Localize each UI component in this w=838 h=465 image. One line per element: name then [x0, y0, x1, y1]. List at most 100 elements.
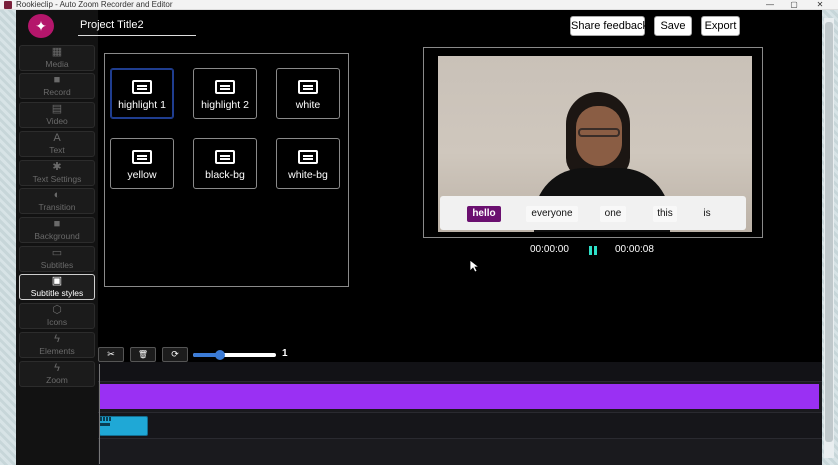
transition-icon: ◐: [53, 189, 61, 201]
delete-button[interactable]: 🗑: [130, 347, 156, 362]
closed-caption-icon: ▭: [51, 247, 63, 259]
sidebar-item-subtitles[interactable]: ▭ Subtitles: [19, 246, 95, 272]
caption-overlay: hello everyone one this is: [440, 196, 746, 230]
subtitle-style-label: yellow: [127, 169, 157, 181]
subtitle-icon: [215, 150, 235, 164]
sidebar-item-label: Background: [34, 231, 80, 241]
sidebar-item-elements[interactable]: ϟ Elements: [19, 332, 95, 358]
cut-button[interactable]: ✂: [98, 347, 124, 362]
close-button[interactable]: ✕: [810, 0, 830, 10]
scissors-icon: ✂: [107, 349, 115, 359]
subtitle-style-icon: ▣: [51, 275, 63, 287]
playhead[interactable]: [99, 364, 100, 464]
bolt-icon: ϟ: [54, 333, 60, 345]
image-icon: ▦: [51, 46, 63, 58]
subtitle-style-label: highlight 2: [201, 99, 249, 111]
video-track-clip[interactable]: [99, 384, 819, 409]
subtitle-style-label: highlight 1: [118, 99, 166, 111]
sidebar-item-label: Record: [43, 87, 71, 97]
subtitle-icon: [132, 80, 152, 94]
timeline: [98, 362, 822, 465]
sidebar-item-label: Icons: [46, 317, 68, 327]
shapes-icon: ⬡: [52, 304, 62, 316]
subtitle-style-label: white: [295, 99, 321, 111]
camera-icon: ■: [53, 74, 61, 86]
video-person-glasses: [578, 128, 620, 137]
refresh-icon: ⟳: [171, 349, 179, 359]
timeline-zoom-slider[interactable]: [193, 350, 276, 360]
subtitle-style-card-highlight-2[interactable]: highlight 2: [193, 68, 257, 119]
vertical-scrollbar-thumb[interactable]: [825, 22, 833, 442]
zoom-value: 1: [282, 348, 288, 359]
save-button[interactable]: Save: [654, 16, 692, 36]
subtitle-style-label: black-bg: [205, 169, 245, 181]
bolt-icon: ϟ: [54, 362, 60, 374]
gear-icon: ✱: [52, 161, 62, 173]
window-title-bar: Rookieclip - Auto Zoom Recorder and Edit…: [0, 0, 838, 10]
trash-icon: 🗑: [137, 350, 149, 359]
sidebar-item-subtitle-styles[interactable]: ▣ Subtitle styles: [19, 274, 95, 300]
end-time: 00:00:08: [615, 244, 654, 255]
subtitle-style-card-yellow[interactable]: yellow: [110, 138, 174, 189]
sidebar-item-label: Transition: [38, 202, 76, 212]
project-title-input[interactable]: Project Title2: [78, 16, 196, 36]
sidebar-item-record[interactable]: ■ Record: [19, 73, 95, 99]
sidebar-item-label: Text Settings: [32, 174, 82, 184]
current-time: 00:00:00: [530, 244, 569, 255]
caption-word: is: [703, 208, 711, 219]
zoom-slider-thumb[interactable]: [215, 350, 225, 360]
clip-handle[interactable]: [100, 417, 111, 421]
sidebar-item-transition[interactable]: ◐ Transition: [19, 188, 95, 214]
sidebar-item-media[interactable]: ▦ Media: [19, 45, 95, 71]
clapperboard-icon: ▤: [51, 103, 63, 115]
export-button[interactable]: Export: [701, 16, 740, 36]
sidebar-item-zoom[interactable]: ϟ Zoom: [19, 361, 95, 387]
empty-track: [98, 442, 822, 465]
app-root: Rookieclip - Auto Zoom Recorder and Edit…: [0, 0, 838, 465]
subtitle-style-label: white-bg: [288, 169, 328, 181]
subtitle-icon: [215, 80, 235, 94]
subtitle-style-card-highlight-1[interactable]: highlight 1: [110, 68, 174, 119]
clip-marker: [100, 423, 110, 426]
caption-word: hello: [467, 206, 501, 222]
desktop-background-right: [822, 10, 838, 465]
app-icon: [4, 1, 12, 9]
subtitle-icon: [298, 80, 318, 94]
sparkle-logo-icon: ✦: [28, 14, 54, 38]
sidebar-item-video[interactable]: ▤ Video: [19, 102, 95, 128]
sidebar-item-label: Elements: [39, 346, 75, 356]
background-icon: ■: [53, 218, 61, 230]
pause-icon[interactable]: [589, 246, 597, 255]
video-preview-frame: hello everyone one this is: [423, 47, 763, 238]
sidebar-item-label: Video: [46, 116, 68, 126]
subtitle-track: [98, 412, 822, 439]
timeline-ruler[interactable]: [98, 362, 822, 382]
subtitle-icon: [298, 150, 318, 164]
loop-button[interactable]: ⟳: [162, 347, 188, 362]
subtitle-style-card-white[interactable]: white: [276, 68, 340, 119]
pause-icon-bar: [589, 246, 592, 255]
text-icon: A: [53, 132, 61, 144]
sidebar-item-icons[interactable]: ⬡ Icons: [19, 303, 95, 329]
sidebar-item-text-settings[interactable]: ✱ Text Settings: [19, 160, 95, 186]
caption-word: everyone: [526, 206, 578, 222]
sidebar-item-text[interactable]: A Text: [19, 131, 95, 157]
sidebar-item-label: Media: [45, 59, 69, 69]
share-feedback-button[interactable]: Share feedback: [570, 16, 648, 36]
caption-word: this: [653, 206, 677, 222]
sidebar-item-label: Text: [49, 145, 65, 155]
caption-word: one: [600, 206, 626, 222]
pause-icon-bar: [594, 246, 597, 255]
sidebar: ✦ ▦ Media ■ Record ▤ Video A Text ✱ Text Settings…: [16, 10, 98, 465]
minimize-button[interactable]: —: [760, 0, 780, 10]
subtitle-clip[interactable]: [99, 416, 148, 436]
window-title: Rookieclip - Auto Zoom Recorder and Edit…: [16, 0, 173, 9]
desktop-background-left: [0, 10, 16, 465]
sidebar-item-label: Subtitle styles: [30, 288, 84, 298]
sidebar-item-background[interactable]: ■ Background: [19, 217, 95, 243]
subtitle-style-card-black-bg[interactable]: black-bg: [193, 138, 257, 189]
subtitle-icon: [132, 150, 152, 164]
maximize-button[interactable]: ▢: [784, 0, 804, 10]
subtitle-style-card-white-bg[interactable]: white-bg: [276, 138, 340, 189]
mouse-cursor-icon: [469, 259, 479, 273]
